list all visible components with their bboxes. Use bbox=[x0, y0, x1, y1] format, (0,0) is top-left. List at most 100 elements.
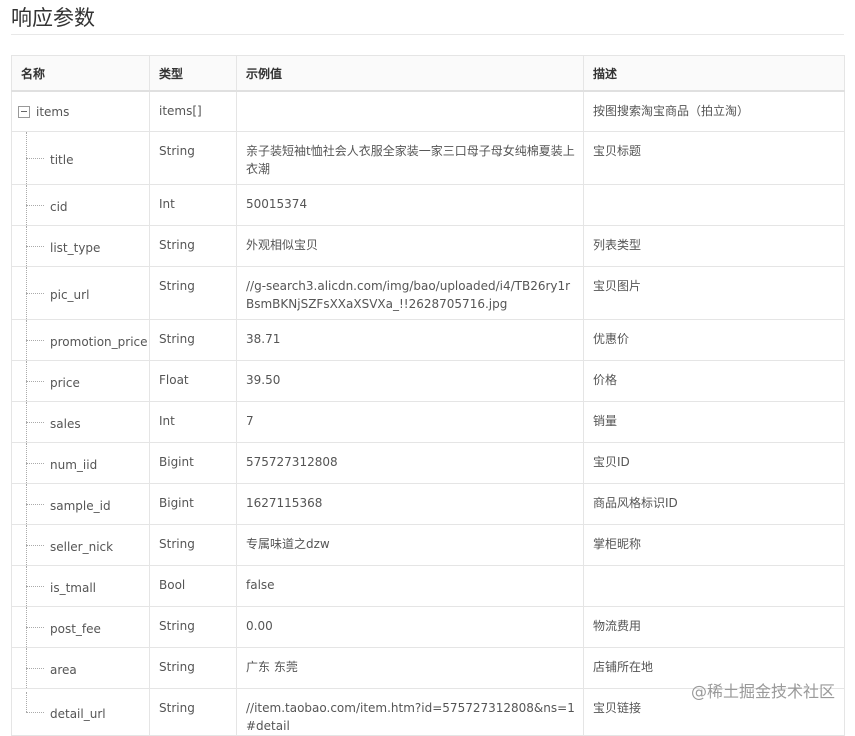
cell-type: String bbox=[149, 131, 237, 185]
table-row: post_fee String 0.00 物流费用 bbox=[11, 606, 845, 648]
cell-type: Bigint bbox=[149, 483, 237, 525]
tree-connector-horizontal bbox=[26, 422, 44, 423]
cell-type: Float bbox=[149, 360, 237, 402]
table-row: promotion_price String 38.71 优惠价 bbox=[11, 319, 845, 361]
cell-name: sample_id bbox=[11, 483, 150, 525]
cell-example: 0.00 bbox=[236, 606, 584, 648]
param-name: is_tmall bbox=[50, 580, 97, 595]
cell-type: String bbox=[149, 225, 237, 267]
cell-description bbox=[583, 565, 845, 607]
cell-description: 商品风格标识ID bbox=[583, 483, 845, 525]
cell-type: String bbox=[149, 266, 237, 320]
cell-example: 广东 东莞 bbox=[236, 647, 584, 689]
cell-name: post_fee bbox=[11, 606, 150, 648]
tree-connector-horizontal bbox=[26, 586, 44, 587]
param-name: price bbox=[50, 375, 80, 390]
param-name: title bbox=[50, 152, 74, 167]
param-name: sample_id bbox=[50, 498, 111, 513]
cell-description: 宝贝图片 bbox=[583, 266, 845, 320]
cell-description bbox=[583, 184, 845, 226]
cell-name: area bbox=[11, 647, 150, 689]
param-name: area bbox=[50, 662, 77, 677]
cell-example: 专属味道之dzw bbox=[236, 524, 584, 566]
table-row: pic_url String//g-search3.alicdn.com/img/… bbox=[11, 266, 845, 320]
header-type: 类型 bbox=[149, 55, 237, 92]
tree-connector-horizontal bbox=[26, 463, 44, 464]
header-example: 示例值 bbox=[236, 55, 584, 92]
cell-type: String bbox=[149, 319, 237, 361]
cell-name: num_iid bbox=[11, 442, 150, 484]
cell-type: Bigint bbox=[149, 442, 237, 484]
tree-connector-horizontal bbox=[26, 158, 44, 159]
table-row: num_iid Bigint 575727312808 宝贝ID bbox=[11, 442, 845, 484]
param-name: sales bbox=[50, 416, 81, 431]
response-params-table: 名称 类型 示例值 描述 items items[] 按图搜索淘宝商品（拍立淘）… bbox=[11, 55, 845, 736]
cell-example: 575727312808 bbox=[236, 442, 584, 484]
watermark: @稀土掘金技术社区 bbox=[690, 682, 835, 701]
table-header-row: 名称 类型 示例值 描述 bbox=[11, 55, 845, 92]
table-row: cid Int 50015374 bbox=[11, 184, 845, 226]
table-row: seller_nick String 专属味道之dzw 掌柜昵称 bbox=[11, 524, 845, 566]
cell-name: price bbox=[11, 360, 150, 402]
cell-description: 价格 bbox=[583, 360, 845, 402]
cell-type: Int bbox=[149, 401, 237, 443]
table-row: title String 亲子装短袖t恤社会人衣服全家装一家三口母子母女纯棉夏装上衣… bbox=[11, 131, 845, 185]
cell-name: sales bbox=[11, 401, 150, 443]
title-divider bbox=[11, 34, 844, 35]
cell-example: false bbox=[236, 565, 584, 607]
cell-description: 销量 bbox=[583, 401, 845, 443]
cell-name: items bbox=[11, 90, 150, 132]
header-description: 描述 bbox=[583, 55, 845, 92]
tree-connector-horizontal bbox=[26, 712, 44, 713]
cell-type: String bbox=[149, 688, 237, 736]
cell-example: 39.50 bbox=[236, 360, 584, 402]
cell-example: //g-search3.alicdn.com/img/bao/uploaded/… bbox=[236, 266, 584, 320]
cell-example: //item.taobao.com/item.htm?id=5757273128… bbox=[236, 688, 584, 736]
table-row: sample_id Bigint 1627115368 商品风格标识ID bbox=[11, 483, 845, 525]
cell-type: String bbox=[149, 606, 237, 648]
cell-type: String bbox=[149, 524, 237, 566]
param-name: list_type bbox=[50, 240, 101, 255]
cell-name: detail_url bbox=[11, 688, 150, 736]
cell-description: 优惠价 bbox=[583, 319, 845, 361]
cell-type: Int bbox=[149, 184, 237, 226]
param-name: seller_nick bbox=[50, 539, 114, 554]
param-name: cid bbox=[50, 199, 68, 214]
tree-connector-horizontal bbox=[26, 504, 44, 505]
table-row-root: items items[] 按图搜索淘宝商品（拍立淘） bbox=[11, 90, 845, 132]
param-name: detail_url bbox=[50, 706, 106, 721]
cell-description: 物流费用 bbox=[583, 606, 845, 648]
cell-type: items[] bbox=[149, 90, 237, 132]
cell-example bbox=[236, 90, 584, 132]
table-row: list_type String 外观相似宝贝 列表类型 bbox=[11, 225, 845, 267]
cell-name: list_type bbox=[11, 225, 150, 267]
cell-type: String bbox=[149, 647, 237, 689]
tree-connector-horizontal bbox=[26, 246, 44, 247]
cell-description: 宝贝标题 bbox=[583, 131, 845, 185]
tree-connector-horizontal bbox=[26, 340, 44, 341]
tree-connector-horizontal bbox=[26, 627, 44, 628]
tree-connector-horizontal bbox=[26, 668, 44, 669]
cell-example: 1627115368 bbox=[236, 483, 584, 525]
cell-type: Bool bbox=[149, 565, 237, 607]
table-row: sales Int 7 销量 bbox=[11, 401, 845, 443]
tree-connector-horizontal bbox=[26, 381, 44, 382]
tree-connector-vertical bbox=[26, 692, 27, 712]
param-name: pic_url bbox=[50, 287, 90, 302]
collapse-icon[interactable] bbox=[18, 105, 30, 118]
cell-example: 38.71 bbox=[236, 319, 584, 361]
param-name: num_iid bbox=[50, 457, 98, 472]
cell-description: 按图搜索淘宝商品（拍立淘） bbox=[583, 90, 845, 132]
cell-name: title bbox=[11, 131, 150, 185]
cell-example: 亲子装短袖t恤社会人衣服全家装一家三口母子母女纯棉夏装上衣潮 bbox=[236, 131, 584, 185]
cell-name: is_tmall bbox=[11, 565, 150, 607]
param-name: items bbox=[36, 104, 70, 119]
cell-name: seller_nick bbox=[11, 524, 150, 566]
cell-name: promotion_price bbox=[11, 319, 150, 361]
cell-name: pic_url bbox=[11, 266, 150, 320]
table-row: price Float 39.50 价格 bbox=[11, 360, 845, 402]
cell-description: 宝贝ID bbox=[583, 442, 845, 484]
cell-description: 列表类型 bbox=[583, 225, 845, 267]
cell-description: 掌柜昵称 bbox=[583, 524, 845, 566]
param-name: post_fee bbox=[50, 621, 101, 636]
